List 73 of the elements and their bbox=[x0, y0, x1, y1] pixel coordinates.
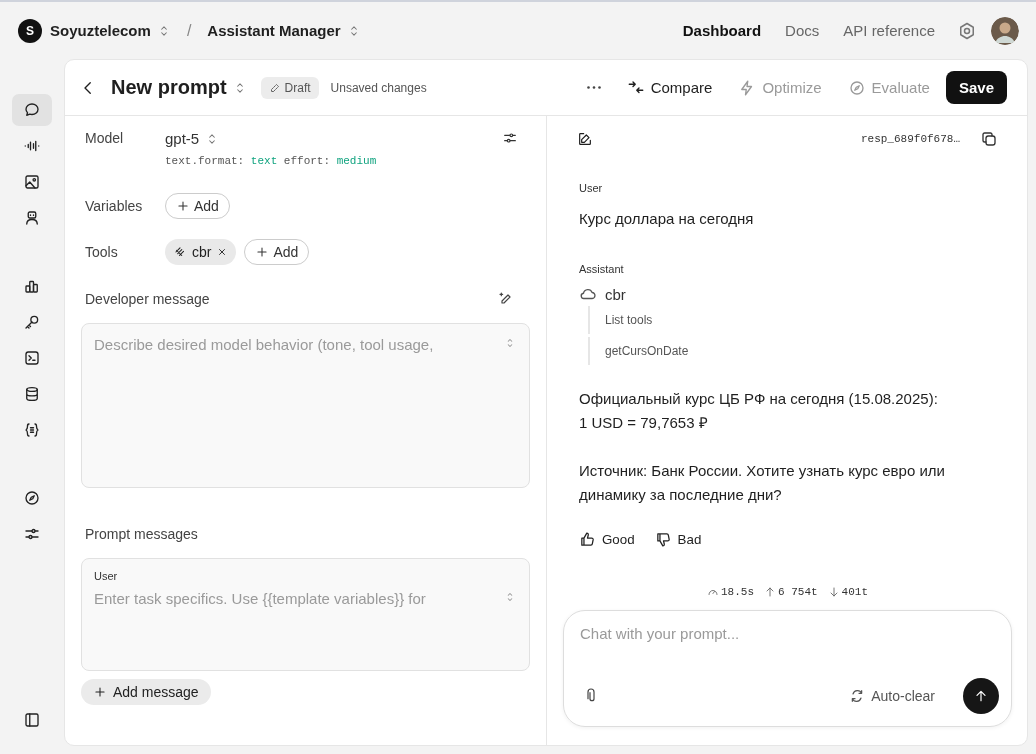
tool-name: cbr bbox=[192, 244, 212, 260]
nav-link[interactable]: Docs bbox=[773, 22, 832, 39]
developer-message-field[interactable]: Describe desired model behavior (tone, tool usage, bbox=[94, 336, 503, 370]
image-icon bbox=[23, 173, 41, 191]
add-variable-button[interactable]: Add bbox=[165, 193, 230, 219]
section-label: Prompt messages bbox=[85, 526, 198, 542]
org-logo: S bbox=[18, 18, 42, 43]
tool-call-name: cbr bbox=[605, 285, 626, 303]
panel-icon bbox=[23, 711, 41, 729]
ellipsis-icon bbox=[586, 86, 601, 89]
settings-icon bbox=[957, 20, 977, 41]
nav-link[interactable]: Dashboard bbox=[670, 22, 774, 39]
arrow-up-icon bbox=[764, 586, 776, 598]
prompt-title[interactable]: New prompt bbox=[111, 76, 247, 99]
bad-feedback-button[interactable]: Bad bbox=[654, 531, 702, 548]
developer-message-panel[interactable]: Describe desired model behavior (tone, tool usage, bbox=[81, 323, 530, 488]
field-label: Variables bbox=[85, 198, 144, 214]
copy-icon bbox=[980, 130, 998, 148]
add-message-button[interactable]: Add message bbox=[81, 679, 211, 705]
assistant-message: Источник: Банк России. Хотите узнать курс евро или динамику за последние дни? bbox=[579, 461, 946, 505]
breadcrumb-separator: / bbox=[186, 21, 192, 40]
usage-stat: 6 754t bbox=[778, 586, 818, 598]
role-label: User bbox=[94, 570, 119, 582]
sidebar-item[interactable] bbox=[12, 94, 52, 126]
terminal-icon bbox=[23, 349, 41, 367]
role-label: User bbox=[579, 182, 604, 194]
compass-icon bbox=[23, 489, 41, 507]
model-selector[interactable]: gpt-5 bbox=[165, 130, 220, 147]
key-icon bbox=[23, 313, 41, 331]
pencil-icon bbox=[268, 81, 281, 94]
message-field[interactable]: Enter task specifics. Use {{template variables}} for bbox=[94, 590, 503, 630]
chat-input-field[interactable]: Chat with your prompt... bbox=[580, 625, 999, 642]
good-feedback-button[interactable]: Good bbox=[579, 531, 635, 548]
add-tool-button[interactable]: Add bbox=[244, 239, 310, 265]
more-button[interactable] bbox=[586, 86, 601, 89]
tool-chip[interactable]: cbr bbox=[165, 239, 237, 265]
section-label: Developer message bbox=[85, 291, 210, 307]
project-switcher[interactable]: Assistant Manager bbox=[207, 22, 361, 39]
tool-call-step[interactable]: List tools bbox=[588, 306, 996, 334]
auto-clear-toggle[interactable]: Auto-clear bbox=[849, 688, 935, 704]
save-button[interactable]: Save bbox=[945, 71, 1007, 104]
model-params: text.format: text effort: medium bbox=[165, 155, 378, 167]
org-switcher[interactable]: Soyuztelecom bbox=[50, 22, 171, 39]
unsaved-note: Unsaved changes bbox=[330, 80, 427, 95]
plus-icon bbox=[255, 245, 270, 259]
robot-icon bbox=[23, 209, 41, 227]
status-text: Draft bbox=[284, 80, 311, 95]
assistant-message: Официальный курс ЦБ РФ на сегодня (15.08.2025): 1 USD = 79,7653 ₽ bbox=[579, 389, 939, 433]
thumbs-down-icon bbox=[654, 531, 672, 548]
plus-icon bbox=[93, 685, 107, 699]
field-label: Model bbox=[85, 130, 125, 146]
compass-icon bbox=[847, 78, 866, 97]
chat-bubble-icon bbox=[23, 101, 41, 119]
braces-icon bbox=[23, 421, 41, 439]
compare-button[interactable]: Compare bbox=[626, 78, 713, 97]
tool-call-step[interactable]: getCursOnDate bbox=[588, 337, 996, 365]
send-button[interactable] bbox=[963, 678, 999, 714]
role-label: Assistant bbox=[579, 263, 625, 275]
database-icon bbox=[23, 385, 41, 403]
nav-link[interactable]: API reference bbox=[831, 22, 947, 39]
message-panel[interactable]: User Enter task specifics. Use {{template variables}} for bbox=[81, 558, 530, 671]
user-message: Курс доллара на сегодня bbox=[579, 209, 755, 229]
plus-icon bbox=[176, 199, 190, 213]
model-settings-button[interactable] bbox=[502, 130, 518, 146]
arrow-up-icon bbox=[973, 688, 989, 704]
usage-stat: 401t bbox=[841, 586, 868, 598]
thumbs-up-icon bbox=[579, 531, 596, 548]
edit-icon bbox=[577, 131, 593, 147]
sliders-icon bbox=[502, 130, 518, 146]
field-label: Tools bbox=[85, 244, 119, 260]
avatar[interactable] bbox=[991, 16, 1019, 45]
response-id: resp_689f0f678… bbox=[860, 133, 960, 145]
usage-stat: 18.5s bbox=[721, 586, 754, 598]
